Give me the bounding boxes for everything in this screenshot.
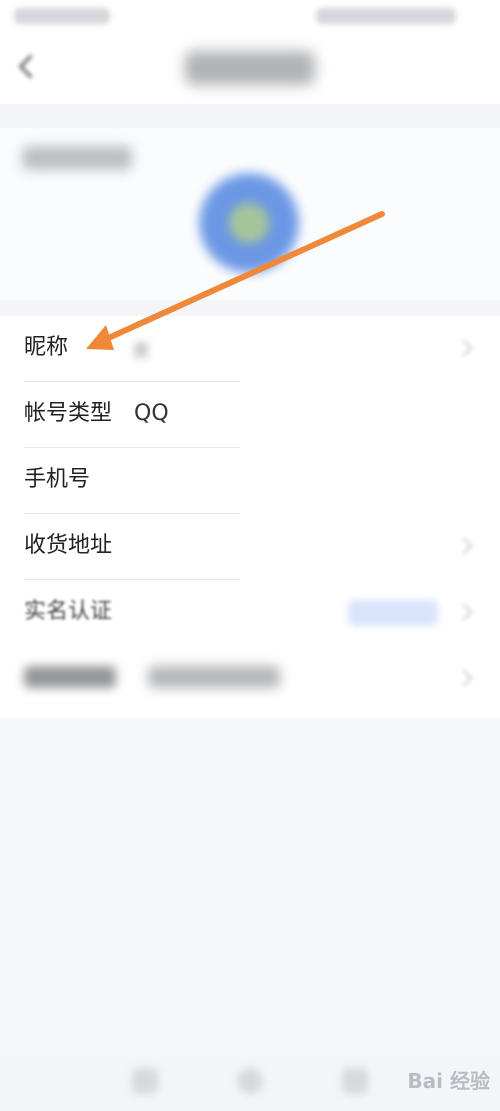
row-bound-blurred[interactable] [0,646,500,712]
nickname-label: 昵称 [24,335,69,360]
shipping-address-label: 收货地址 [24,533,113,558]
bound-value-blurred [148,666,280,688]
row-phone[interactable]: 手机号 [0,448,500,514]
chevron-right-icon [455,537,473,555]
chevron-right-icon [455,339,473,357]
row-shipping-address[interactable]: 收货地址 [0,514,500,580]
status-right-blurred [316,8,456,24]
back-icon[interactable] [18,54,43,79]
info-list: 昵称 帐号类型 QQ 手机号 收货地址 实名认证 [0,316,500,718]
row-account-type[interactable]: 帐号类型 QQ [0,382,500,448]
nav-back-icon[interactable] [132,1068,158,1094]
avatar-section[interactable] [0,128,500,300]
account-type-label: 帐号类型 [24,401,113,426]
status-left-blurred [14,8,110,24]
chevron-right-icon [455,603,473,621]
edit-profile-screen: 昵称 帐号类型 QQ 手机号 收货地址 实名认证 Bai 经验 [0,0,500,1111]
baidu-watermark: Bai 经验 [407,1069,490,1093]
nav-bar [0,34,500,104]
avatar[interactable] [198,172,300,274]
section-gap [0,104,500,128]
nav-home-icon[interactable] [237,1068,263,1094]
nav-recent-icon[interactable] [342,1068,368,1094]
page-title-blurred [185,51,315,85]
nickname-value-blurred [134,342,148,358]
row-real-name[interactable]: 实名认证 [0,580,500,646]
avatar-label-blurred [22,146,132,170]
bound-label-blurred [24,666,116,688]
chevron-right-icon [455,669,473,687]
account-type-value: QQ [134,401,169,426]
status-bar [0,0,500,34]
row-nickname[interactable]: 昵称 [0,316,500,382]
verify-badge-blurred[interactable] [348,600,438,626]
phone-label: 手机号 [24,467,91,492]
real-name-label: 实名认证 [24,599,113,624]
section-gap [0,300,500,316]
